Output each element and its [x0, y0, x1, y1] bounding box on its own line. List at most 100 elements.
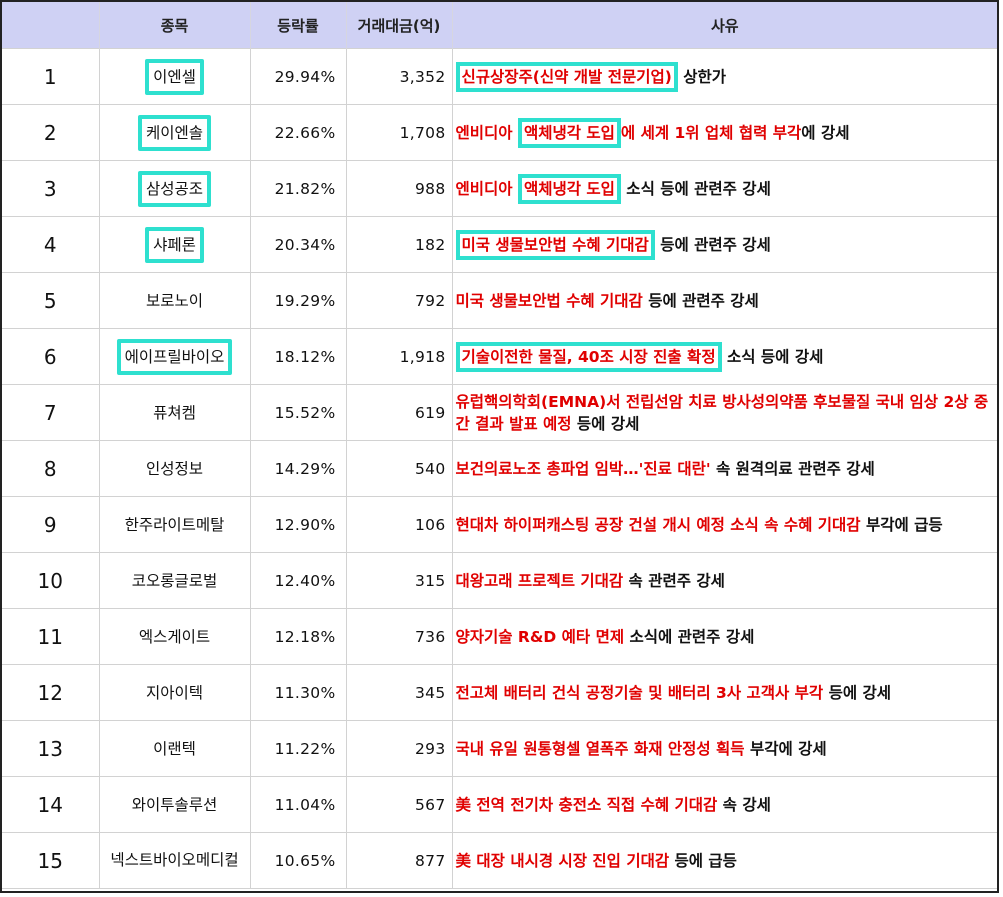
rank-cell: 3	[2, 160, 100, 217]
reason-text: 속 관련주 강세	[623, 571, 725, 590]
stock-name[interactable]: 보로노이	[143, 286, 206, 316]
change-rate-cell: 12.90%	[250, 496, 347, 553]
table-row: 5 보로노이 19.29% 792 미국 생물보안법 수혜 기대감 등에 관련주 강세	[2, 272, 997, 329]
reason-text: 전고체 배터리 건식 공정기술 및 배터리 3사 고객사 부각	[455, 683, 824, 702]
stock-cell: 에이프릴바이오	[99, 328, 251, 385]
reason-text: 에 강세	[801, 123, 850, 142]
reason-cell: 현대차 하이퍼캐스팅 공장 건설 개시 예정 소식 속 수혜 기대감 부각에 급…	[452, 496, 997, 553]
stock-name[interactable]: 인성정보	[143, 454, 206, 484]
reason-text: 소식에 관련주 강세	[624, 627, 755, 646]
table-row: 13 이랜텍 11.22% 293 국내 유일 원통형셀 열폭주 화재 안정성 획득 부…	[2, 720, 997, 777]
change-rate-cell: 14.29%	[250, 440, 347, 497]
rank-cell: 1	[2, 48, 100, 105]
header-rank	[2, 2, 100, 49]
trade-amount-cell: 1,918	[346, 328, 453, 385]
table-row: 1 이엔셀 29.94% 3,352 신규상장주(신약 개발 전문기업) 상한가	[2, 48, 997, 105]
table-row: 7 퓨쳐켐 15.52% 619 유럽핵의학회(EMNA)서 전립선암 치료 방사성의약…	[2, 384, 997, 441]
table-row: 10 코오롱글로벌 12.40% 315 대왕고래 프로젝트 기대감 속 관련주 강세	[2, 552, 997, 609]
trade-amount-cell: 792	[346, 272, 453, 329]
change-rate-cell: 22.66%	[250, 104, 347, 161]
reason-cell: 대왕고래 프로젝트 기대감 속 관련주 강세	[452, 552, 997, 609]
reason-text: 대왕고래 프로젝트 기대감	[455, 571, 624, 590]
stock-name[interactable]: 한주라이트메탈	[122, 510, 228, 540]
stock-name[interactable]: 샤페론	[145, 226, 204, 263]
reason-text: 美 전역 전기차 충전소 직접 수혜 기대감	[455, 795, 718, 814]
reason-cell: 엔비디아 액체냉각 도입 소식 등에 관련주 강세	[452, 160, 997, 217]
reason-highlight: 액체냉각 도입	[517, 173, 621, 204]
stock-cell: 넥스트바이오메디컬	[99, 832, 251, 889]
stock-cell: 와이투솔루션	[99, 776, 251, 833]
table-row: 15 넥스트바이오메디컬 10.65% 877 美 대장 내시경 시장 진입 기대감 등…	[2, 832, 997, 889]
reason-text: 유럽핵의학회(EMNA)서 전립선암 치료 방사성의약품 후보물질 국내 임상 …	[455, 392, 989, 433]
stock-name[interactable]: 엑스게이트	[136, 622, 213, 652]
stock-cell: 이랜텍	[99, 720, 251, 777]
header-stock: 종목	[99, 2, 251, 49]
stock-cell: 한주라이트메탈	[99, 496, 251, 553]
rank-cell: 11	[2, 608, 100, 665]
rank-cell: 5	[2, 272, 100, 329]
reason-cell: 양자기술 R&D 예타 면제 소식에 관련주 강세	[452, 608, 997, 665]
reason-cell: 유럽핵의학회(EMNA)서 전립선암 치료 방사성의약품 후보물질 국내 임상 …	[452, 384, 997, 441]
rank-cell: 4	[2, 216, 100, 273]
trade-amount-cell: 315	[346, 552, 453, 609]
reason-cell: 기술이전한 물질, 40조 시장 진출 확정 소식 등에 강세	[452, 328, 997, 385]
change-rate-cell: 29.94%	[250, 48, 347, 105]
stock-table-panel: 종목 등락률 거래대금(억) 사유 1 이엔셀 29.94% 3,352 신규상장주(신…	[0, 0, 999, 893]
reason-text: 엔비디아	[455, 179, 518, 198]
stock-name[interactable]: 지아이텍	[143, 678, 206, 708]
header-rate: 등락률	[250, 2, 347, 49]
change-rate-cell: 19.29%	[250, 272, 347, 329]
change-rate-cell: 12.40%	[250, 552, 347, 609]
rank-cell: 6	[2, 328, 100, 385]
reason-text: 등에 강세	[823, 683, 892, 702]
change-rate-cell: 11.30%	[250, 664, 347, 721]
reason-cell: 보건의료노조 총파업 임박…'진료 대란' 속 원격의료 관련주 강세	[452, 440, 997, 497]
trade-amount-cell: 106	[346, 496, 453, 553]
stock-cell: 샤페론	[99, 216, 251, 273]
reason-text: 엔비디아	[455, 123, 518, 142]
table-row: 14 와이투솔루션 11.04% 567 美 전역 전기차 충전소 직접 수혜 기대감 …	[2, 776, 997, 833]
stock-name[interactable]: 퓨쳐켐	[150, 398, 199, 428]
trade-amount-cell: 1,708	[346, 104, 453, 161]
change-rate-cell: 12.18%	[250, 608, 347, 665]
stock-name[interactable]: 이랜텍	[150, 734, 199, 764]
reason-highlight: 미국 생물보안법 수혜 기대감	[455, 229, 655, 260]
reason-text: 미국 생물보안법 수혜 기대감	[455, 291, 643, 310]
reason-text: 속 강세	[717, 795, 771, 814]
rank-cell: 10	[2, 552, 100, 609]
stock-cell: 이엔셀	[99, 48, 251, 105]
stock-name[interactable]: 삼성공조	[137, 170, 212, 207]
table-row: 6 에이프릴바이오 18.12% 1,918 기술이전한 물질, 40조 시장 진출 확…	[2, 328, 997, 385]
stock-name[interactable]: 케이엔솔	[137, 114, 212, 151]
stock-name[interactable]: 와이투솔루션	[129, 790, 221, 820]
rank-cell: 9	[2, 496, 100, 553]
rank-cell: 13	[2, 720, 100, 777]
change-rate-cell: 15.52%	[250, 384, 347, 441]
stock-cell: 코오롱글로벌	[99, 552, 251, 609]
table-row: 12 지아이텍 11.30% 345 전고체 배터리 건식 공정기술 및 배터리 3사 …	[2, 664, 997, 721]
reason-text: 美 대장 내시경 시장 진입 기대감	[455, 851, 670, 870]
stock-cell: 삼성공조	[99, 160, 251, 217]
reason-text: 등에 강세	[571, 414, 640, 433]
reason-highlight: 액체냉각 도입	[517, 117, 621, 148]
stock-name[interactable]: 코오롱글로벌	[129, 566, 221, 596]
reason-text: 등에 관련주 강세	[642, 291, 759, 310]
table-row: 11 엑스게이트 12.18% 736 양자기술 R&D 예타 면제 소식에 관련주 강…	[2, 608, 997, 665]
trade-amount-cell: 3,352	[346, 48, 453, 105]
stock-name[interactable]: 이엔셀	[145, 58, 204, 95]
reason-text: 국내 유일 원통형셀 열폭주 화재 안정성 획득	[455, 739, 745, 758]
reason-text: 상한가	[677, 67, 727, 86]
stock-cell: 퓨쳐켐	[99, 384, 251, 441]
reason-text: 에 세계 1위 업체 협력 부각	[620, 123, 802, 142]
trade-amount-cell: 182	[346, 216, 453, 273]
stock-name[interactable]: 넥스트바이오메디컬	[110, 850, 240, 871]
rank-cell: 7	[2, 384, 100, 441]
reason-cell: 엔비디아 액체냉각 도입 에 세계 1위 업체 협력 부각에 강세	[452, 104, 997, 161]
stock-name[interactable]: 에이프릴바이오	[116, 338, 233, 375]
rank-cell: 8	[2, 440, 100, 497]
reason-highlight: 신규상장주(신약 개발 전문기업)	[455, 61, 678, 92]
reason-cell: 전고체 배터리 건식 공정기술 및 배터리 3사 고객사 부각 등에 강세	[452, 664, 997, 721]
reason-text: 부각에 급등	[860, 515, 943, 534]
reason-text: 속 원격의료 관련주 강세	[710, 459, 875, 478]
stock-cell: 엑스게이트	[99, 608, 251, 665]
